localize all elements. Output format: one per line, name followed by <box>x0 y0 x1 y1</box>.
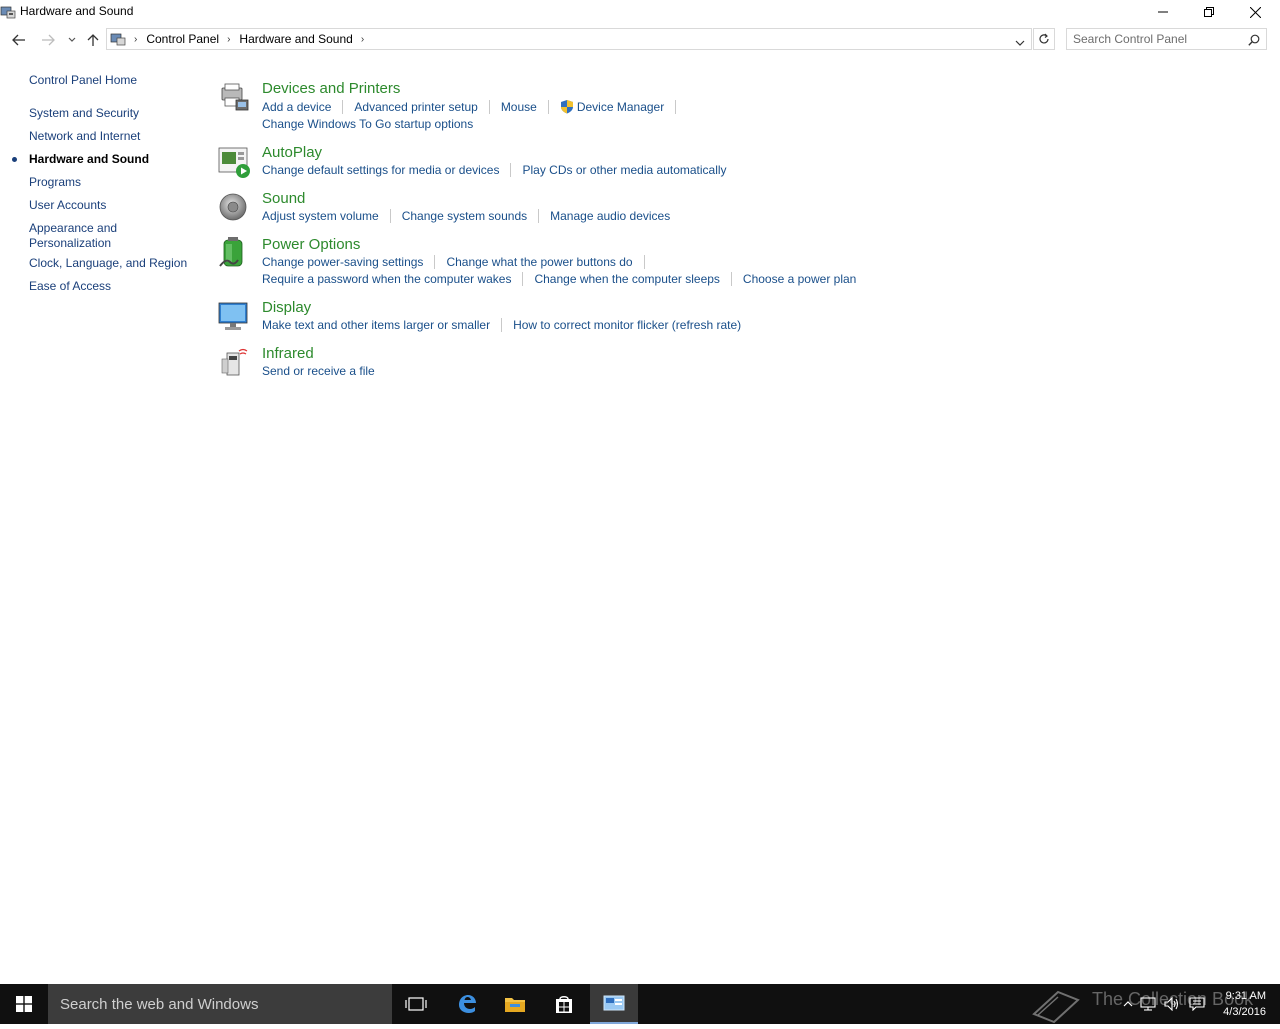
link-divider <box>342 99 344 114</box>
breadcrumb-control-panel[interactable]: Control Panel <box>146 32 219 46</box>
task-view-button[interactable] <box>392 984 440 1024</box>
nav-control-panel-home[interactable]: Control Panel Home <box>29 73 189 88</box>
link-change-power-buttons[interactable]: Change what the power buttons do <box>446 255 632 269</box>
system-tray <box>1120 984 1210 1024</box>
active-bullet-icon <box>12 157 17 162</box>
nav-user-accounts[interactable]: User Accounts <box>29 198 189 213</box>
link-change-when-computer-sleeps[interactable]: Change when the computer sleeps <box>534 272 719 286</box>
nav-programs[interactable]: Programs <box>29 175 189 190</box>
nav-system-and-security[interactable]: System and Security <box>29 106 189 121</box>
close-button[interactable] <box>1232 0 1278 24</box>
uac-shield-icon <box>560 99 574 114</box>
nav-ease-of-access[interactable]: Ease of Access <box>29 279 189 294</box>
chevron-right-icon[interactable]: › <box>134 34 137 45</box>
devices-and-printers-title[interactable]: Devices and Printers <box>262 80 400 97</box>
link-change-windows-to-go-startup-options[interactable]: Change Windows To Go startup options <box>262 117 473 131</box>
infrared-icon[interactable] <box>216 345 252 381</box>
volume-icon[interactable] <box>1160 997 1184 1011</box>
forward-button[interactable] <box>38 30 58 50</box>
book-logo-icon <box>1030 984 1082 1029</box>
devices-printers-icon[interactable] <box>216 80 252 116</box>
restore-button[interactable] <box>1186 0 1232 24</box>
link-divider <box>488 99 490 114</box>
windows-logo-icon <box>16 996 32 1012</box>
link-divider <box>510 163 512 177</box>
show-hidden-icons-icon[interactable] <box>1120 1001 1136 1007</box>
link-divider <box>730 272 732 286</box>
taskbar: Search the web and Windows The Collectio… <box>0 984 1280 1024</box>
link-adjust-system-volume[interactable]: Adjust system volume <box>262 209 379 223</box>
link-divider <box>675 99 677 114</box>
link-mouse[interactable]: Mouse <box>501 100 537 114</box>
address-dropdown-icon[interactable] <box>1015 34 1025 52</box>
link-device-manager[interactable]: Device Manager <box>577 100 664 114</box>
minimize-button[interactable] <box>1140 0 1186 24</box>
link-divider <box>547 99 549 114</box>
up-button[interactable] <box>83 30 103 50</box>
search-icon[interactable] <box>1248 33 1260 51</box>
link-divider <box>643 255 645 269</box>
edge-browser-icon[interactable] <box>443 984 491 1024</box>
link-manage-audio-devices[interactable]: Manage audio devices <box>550 209 670 223</box>
link-divider <box>522 272 524 286</box>
nav-clock-language-region[interactable]: Clock, Language, and Region <box>29 256 189 271</box>
link-change-power-saving-settings[interactable]: Change power-saving settings <box>262 255 423 269</box>
chevron-right-icon[interactable]: › <box>361 34 364 45</box>
battery-icon[interactable] <box>216 236 252 272</box>
action-center-icon[interactable] <box>1184 997 1210 1011</box>
link-change-default-media-settings[interactable]: Change default settings for media or dev… <box>262 163 499 177</box>
link-play-cds-automatically[interactable]: Play CDs or other media automatically <box>522 163 726 177</box>
link-choose-a-power-plan[interactable]: Choose a power plan <box>743 272 856 286</box>
clock-date: 4/3/2016 <box>1223 1006 1266 1018</box>
recent-locations-dropdown[interactable] <box>62 30 82 50</box>
autoplay-icon[interactable] <box>216 144 252 180</box>
display-title[interactable]: Display <box>262 299 311 316</box>
link-divider <box>538 209 540 223</box>
refresh-button[interactable] <box>1033 28 1055 50</box>
search-control-panel-box[interactable] <box>1066 28 1267 50</box>
monitor-icon[interactable] <box>216 299 252 335</box>
sound-title[interactable]: Sound <box>262 190 305 207</box>
speaker-icon[interactable] <box>216 190 252 226</box>
link-send-or-receive-a-file[interactable]: Send or receive a file <box>262 364 375 378</box>
start-button[interactable] <box>0 984 48 1024</box>
nav-hardware-and-sound[interactable]: Hardware and Sound <box>29 152 189 167</box>
link-advanced-printer-setup[interactable]: Advanced printer setup <box>354 100 477 114</box>
chevron-right-icon[interactable]: › <box>227 34 230 45</box>
network-icon[interactable] <box>1136 997 1160 1011</box>
clock-time: 9:31 AM <box>1225 990 1266 1002</box>
control-panel-taskbar-button[interactable] <box>590 984 638 1024</box>
link-divider <box>434 255 436 269</box>
nav-appearance-and-personalization[interactable]: Appearance and Personalization <box>29 221 129 251</box>
taskbar-search-text: Search the web and Windows <box>60 996 259 1013</box>
clock[interactable]: 9:31 AM 4/3/2016 <box>1223 988 1266 1020</box>
window-title: Hardware and Sound <box>20 4 134 18</box>
search-input[interactable] <box>1073 31 1243 47</box>
store-icon[interactable] <box>540 984 588 1024</box>
back-button[interactable] <box>9 30 29 50</box>
link-add-a-device[interactable]: Add a device <box>262 100 331 114</box>
breadcrumb-hardware-and-sound[interactable]: Hardware and Sound <box>239 32 352 46</box>
control-panel-icon <box>0 4 16 20</box>
link-divider <box>389 209 391 223</box>
link-divider <box>501 318 503 332</box>
link-make-text-larger[interactable]: Make text and other items larger or smal… <box>262 318 490 332</box>
nav-network-and-internet[interactable]: Network and Internet <box>29 129 189 144</box>
file-explorer-icon[interactable] <box>491 984 539 1024</box>
title-bar: Hardware and Sound <box>0 0 1280 24</box>
infrared-title[interactable]: Infrared <box>262 345 314 362</box>
address-location-icon <box>110 31 126 47</box>
address-bar[interactable]: › Control Panel › Hardware and Sound › <box>106 28 1032 50</box>
power-options-title[interactable]: Power Options <box>262 236 360 253</box>
link-require-password-on-wake[interactable]: Require a password when the computer wak… <box>262 272 511 286</box>
link-change-system-sounds[interactable]: Change system sounds <box>402 209 527 223</box>
taskbar-search-box[interactable]: Search the web and Windows <box>48 984 392 1024</box>
link-correct-monitor-flicker[interactable]: How to correct monitor flicker (refresh … <box>513 318 741 332</box>
autoplay-title[interactable]: AutoPlay <box>262 144 322 161</box>
